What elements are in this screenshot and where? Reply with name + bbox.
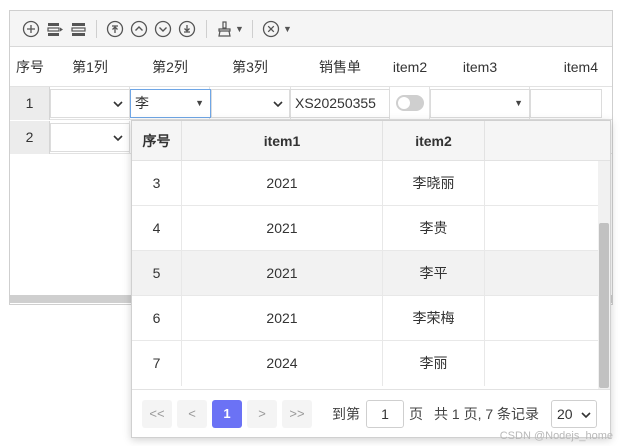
sales-order-input[interactable]: XS20250355 (290, 89, 390, 118)
popup-cell-item1: 2021 (182, 206, 383, 251)
insert-row-after-button[interactable] (70, 19, 88, 39)
popup-table-row[interactable]: 3 2021 李晓丽 (132, 161, 598, 206)
next-page-button[interactable]: > (247, 400, 277, 428)
grid-header-row: 序号 第1列 第2列 第3列 销售单 item2 item3 item4 (10, 47, 612, 87)
popup-header-row: 序号 item1 item2 (132, 121, 610, 161)
popup-cell-seq: 6 (132, 296, 182, 341)
popup-cell-seq: 3 (132, 161, 182, 206)
move-down-icon (154, 20, 172, 38)
table-row: 1 李 ▼ XS20250355 ▼ (10, 87, 612, 120)
popup-table-row-highlighted[interactable]: 5 2021 李平 (132, 251, 598, 296)
watermark: CSDN @Nodejs_home (499, 430, 613, 442)
popup-cell-item1: 2024 (182, 341, 383, 386)
popup-cell-item2: 李平 (383, 251, 485, 296)
goto-page-input[interactable] (366, 400, 404, 428)
add-row-button[interactable] (22, 19, 40, 39)
chevron-down-icon (113, 101, 123, 108)
row-index: 1 (10, 87, 50, 120)
page-size-select[interactable]: 20 (551, 400, 597, 428)
first-page-button[interactable]: << (142, 400, 172, 428)
header-item4: item4 (563, 59, 598, 75)
clear-brush-icon (218, 21, 231, 37)
last-page-button[interactable]: >> (282, 400, 312, 428)
col1-select[interactable] (50, 123, 130, 152)
header-col2: 第2列 (152, 59, 188, 75)
popup-table-row[interactable]: 4 2021 李贵 (132, 206, 598, 251)
header-sales-order: 销售单 (319, 59, 361, 75)
popup-table-row[interactable]: 6 2021 李荣梅 (132, 296, 598, 341)
item2-toggle[interactable] (396, 95, 424, 111)
popup-header-item2: item2 (383, 121, 485, 161)
clear-brush-button[interactable]: ▼ (216, 19, 244, 39)
chevron-down-icon: ▼ (235, 24, 244, 34)
insert-row-before-icon (47, 23, 63, 36)
col2-value: 李 (135, 95, 149, 111)
row-index: 2 (10, 121, 50, 154)
move-bottom-button[interactable] (178, 19, 196, 39)
dropdown-table-popup: 序号 item1 item2 3 2021 李晓丽 4 2021 李贵 5 20… (131, 120, 611, 438)
popup-cell-item1: 2021 (182, 251, 383, 296)
popup-cell-item1: 2021 (182, 296, 383, 341)
vertical-scrollbar-thumb[interactable] (599, 223, 609, 388)
page-size-value: 20 (557, 406, 573, 422)
move-top-button[interactable] (106, 19, 124, 39)
move-bottom-icon (178, 20, 196, 38)
popup-cell-item2: 李荣梅 (383, 296, 485, 341)
header-item2: item2 (392, 59, 428, 75)
col1-select[interactable] (50, 89, 130, 118)
delete-button[interactable]: ▼ (262, 19, 292, 39)
header-col1: 第1列 (72, 59, 108, 75)
chevron-down-icon (113, 135, 123, 142)
current-page-button[interactable]: 1 (212, 400, 242, 428)
popup-header-seq: 序号 (132, 121, 182, 161)
popup-cell-seq: 5 (132, 251, 182, 296)
popup-cell-item2: 李丽 (383, 341, 485, 386)
popup-cell-item2: 李晓丽 (383, 161, 485, 206)
popup-cell-seq: 7 (132, 341, 182, 386)
chevron-down-icon (581, 412, 591, 419)
item4-input[interactable] (530, 89, 602, 118)
chevron-down-icon (273, 101, 283, 108)
move-up-icon (130, 20, 148, 38)
caret-down-icon: ▼ (195, 98, 204, 108)
item3-select[interactable]: ▼ (430, 89, 530, 118)
insert-row-after-icon (71, 23, 86, 36)
col2-select[interactable]: 李 ▼ (130, 89, 211, 118)
popup-cell-seq: 4 (132, 206, 182, 251)
move-down-button[interactable] (154, 19, 172, 39)
delete-circle-icon (262, 20, 280, 38)
move-up-button[interactable] (130, 19, 148, 39)
header-col3: 第3列 (232, 59, 268, 75)
grid-toolbar: ▼ ▼ (10, 11, 612, 47)
header-item3: item3 (462, 59, 498, 75)
popup-table-row[interactable]: 7 2024 李丽 (132, 341, 598, 386)
prev-page-button[interactable]: < (177, 400, 207, 428)
goto-prefix-label: 到第 (332, 406, 360, 422)
sales-order-value: XS20250355 (295, 95, 376, 111)
toggle-knob (398, 97, 410, 109)
caret-down-icon: ▼ (514, 98, 523, 108)
insert-row-before-button[interactable] (46, 19, 64, 39)
popup-header-item1: item1 (182, 121, 383, 161)
popup-cell-item2: 李贵 (383, 206, 485, 251)
page-summary: 共 1 页, 7 条记录 (434, 406, 540, 422)
add-circle-icon (22, 20, 40, 38)
col3-select[interactable] (211, 89, 290, 118)
header-seq: 序号 (16, 59, 44, 75)
popup-cell-item1: 2021 (182, 161, 383, 206)
move-top-icon (106, 20, 124, 38)
goto-suffix-label: 页 (409, 406, 423, 422)
chevron-down-icon: ▼ (283, 24, 292, 34)
